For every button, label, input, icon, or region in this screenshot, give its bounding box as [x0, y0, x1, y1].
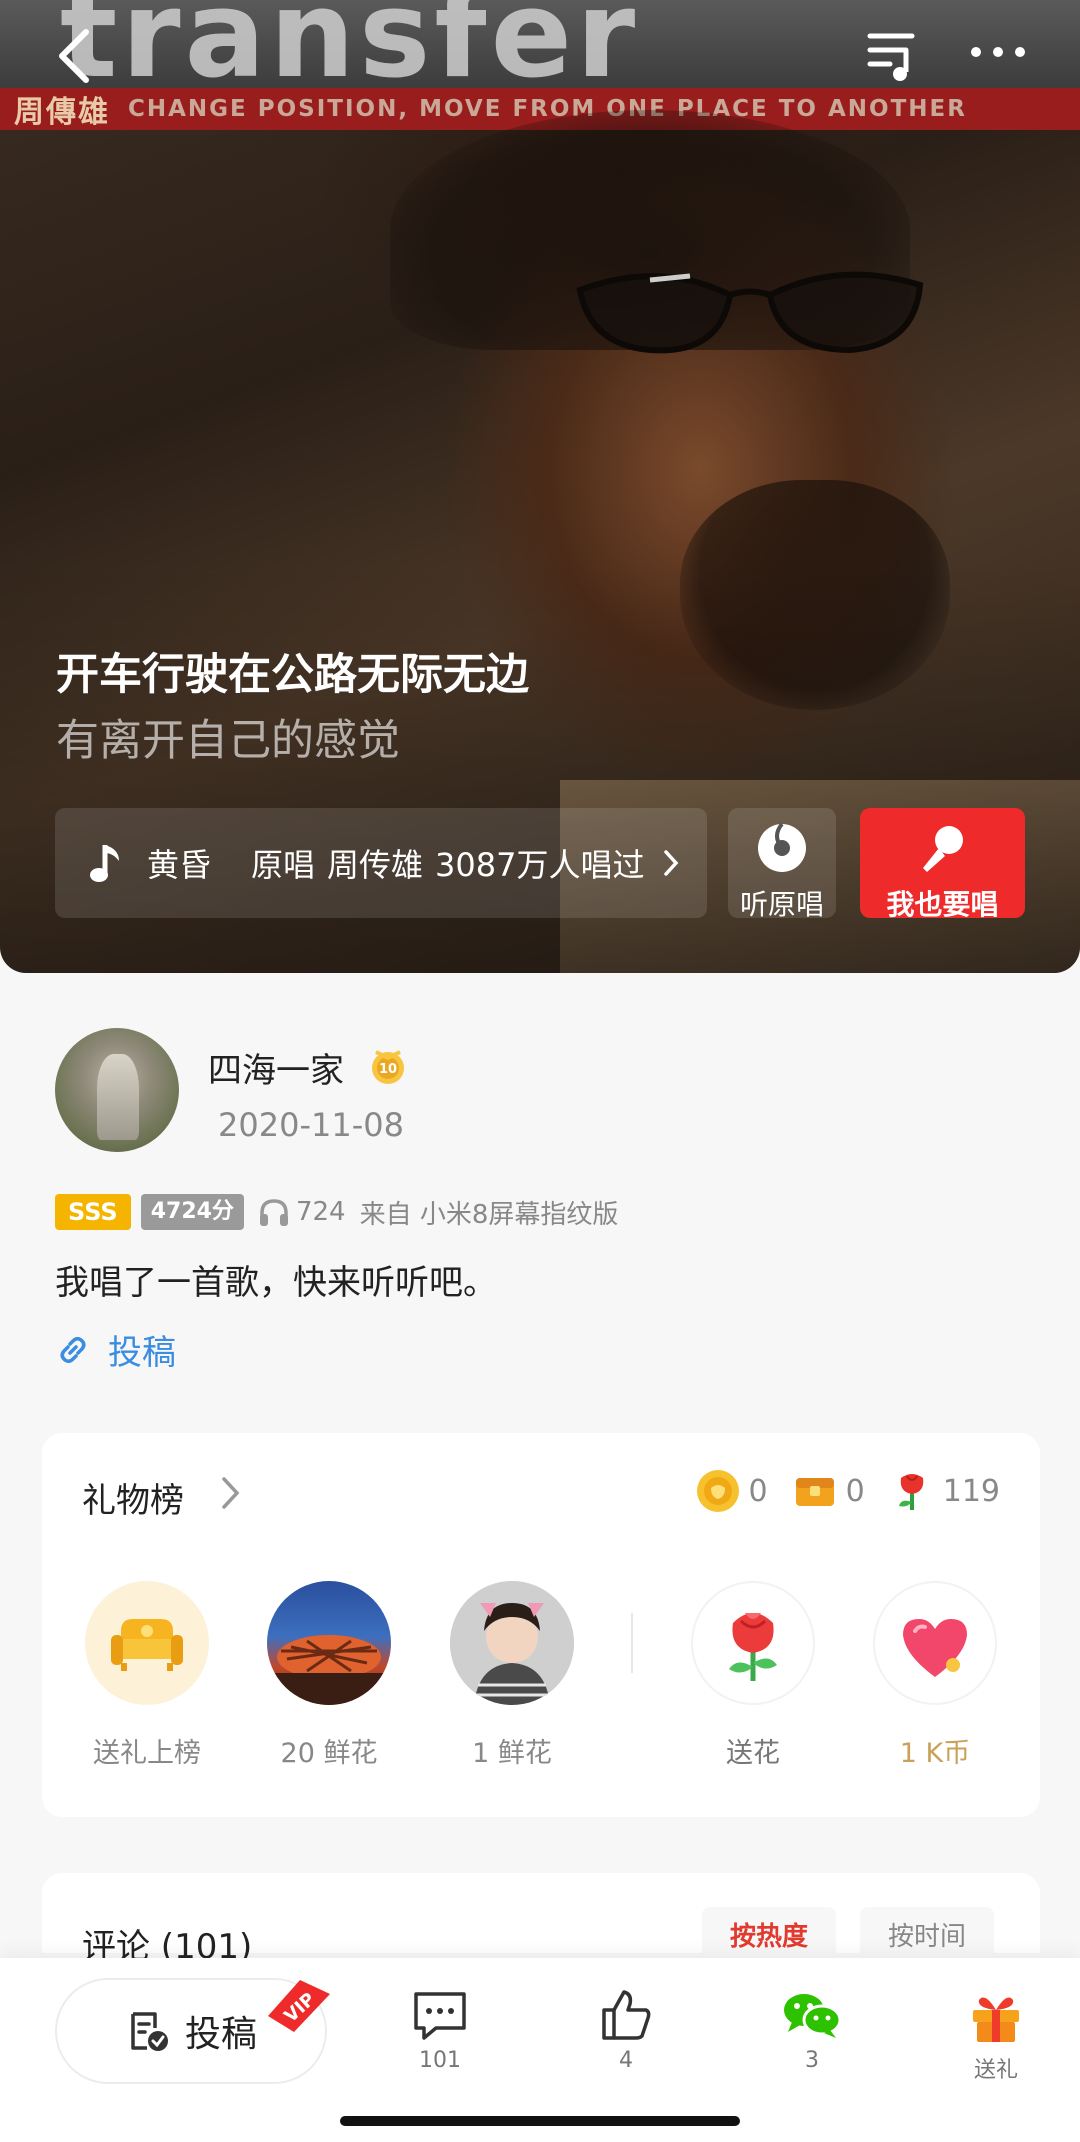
submit-doc-icon — [131, 2012, 168, 2051]
cover-subtitle: CHANGE POSITION, MOVE FROM ONE PLACE TO … — [128, 96, 967, 122]
user-avatar[interactable] — [55, 1028, 179, 1152]
playlist-icon[interactable] — [866, 28, 922, 84]
song-detail-page: transfer 周傳雄 CHANGE POSITION, MOVE FROM … — [0, 0, 1080, 2142]
original-singer-label: 原唱 — [251, 846, 316, 884]
coin-icon — [696, 1470, 739, 1512]
comment-button[interactable]: 101 — [390, 1988, 490, 2073]
gift-rank-item-2[interactable]: 20 鲜花 — [264, 1581, 394, 1770]
user-name[interactable]: 四海一家 — [208, 1043, 344, 1092]
heart-gift-icon — [873, 1581, 997, 1705]
gift-rank-label: 送礼上榜 — [93, 1738, 201, 1769]
send-flower-label: 送花 — [726, 1738, 780, 1769]
sung-count: 3087万人唱过 — [435, 846, 645, 884]
send-gift-label: 送礼 — [973, 2058, 1018, 2083]
bird-nest-avatar — [267, 1581, 391, 1705]
original-disc-icon — [758, 822, 806, 872]
score-tag: 4724分 — [140, 1194, 244, 1230]
coin-count: 0 — [748, 1473, 768, 1509]
sing-too-button[interactable]: 我也要唱 — [860, 808, 1025, 921]
home-indicator — [340, 2116, 740, 2126]
song-cover-hero: transfer 周傳雄 CHANGE POSITION, MOVE FROM … — [0, 0, 1080, 973]
cover-artist-name: 周傳雄 — [14, 95, 110, 130]
chevron-right-icon — [663, 850, 678, 876]
song-info-pill[interactable]: 黄昏 原唱 周传雄 3087万人唱过 — [55, 808, 707, 918]
gift-ranking-card: 礼物榜 0 0 119 送礼上榜 20 鲜花 1 鲜花 送花 1 K币 — [42, 1433, 1040, 1817]
wechat-share-button[interactable]: 3 — [762, 1988, 862, 2073]
gift-rank-item-send[interactable]: 送礼上榜 — [82, 1581, 212, 1770]
gift-rank-item-3[interactable]: 1 鲜花 — [447, 1581, 577, 1770]
comment-count: 101 — [419, 2048, 461, 2073]
comments-card: 评论 (101) 按热度 按时间 — [42, 1873, 1040, 1967]
play-count: 724 — [295, 1197, 346, 1227]
bottom-action-bar: 投稿 VIP 101 4 3 送礼 — [0, 1958, 1080, 2142]
submit-link-label: 投稿 — [108, 1333, 176, 1373]
lyric-current-line: 开车行驶在公路无际无边 — [56, 650, 529, 700]
flower-count: 119 — [942, 1473, 1000, 1509]
submit-button-label: 投稿 — [184, 2014, 257, 2055]
song-name: 黄昏 — [147, 846, 212, 884]
gift-divider — [631, 1613, 633, 1673]
post-description: 我唱了一首歌，快来听听吧。 — [55, 1263, 497, 1303]
chest-count: 0 — [845, 1473, 865, 1509]
lyric-next-line: 有离开自己的感觉 — [56, 716, 400, 766]
headphones-icon — [259, 1199, 288, 1226]
gift-box-icon — [973, 1997, 1019, 2042]
grade-tag: SSS — [55, 1194, 131, 1230]
more-icon[interactable] — [968, 28, 1028, 84]
k-coin-gift-button[interactable]: 1 K币 — [870, 1581, 1000, 1770]
listen-original-button[interactable]: 听原唱 — [728, 808, 836, 921]
like-count: 4 — [619, 2048, 633, 2073]
sing-too-label: 我也要唱 — [886, 888, 999, 921]
send-gift-button[interactable]: 送礼 — [946, 1988, 1046, 2084]
back-icon[interactable] — [54, 28, 94, 84]
device-source: 来自 小米8屏幕指纹版 — [359, 1199, 619, 1230]
k-coin-label: 1 K币 — [899, 1738, 971, 1769]
music-note-icon — [90, 845, 119, 882]
cover-glasses-shape — [576, 271, 924, 354]
chevron-right-icon[interactable] — [220, 1475, 242, 1511]
treasure-chest-icon — [795, 1478, 834, 1506]
gift-rank-label: 1 鲜花 — [472, 1738, 552, 1769]
user-level-badge: 10 — [372, 1050, 404, 1084]
comment-icon — [414, 1992, 466, 2040]
share-count: 3 — [805, 2048, 819, 2073]
thumbs-up-icon — [602, 1990, 651, 2040]
sofa-icon — [85, 1581, 209, 1705]
child-avatar — [450, 1581, 574, 1705]
score-meta-row: SSS 4724分 724 来自 小米8屏幕指纹版 — [55, 1193, 618, 1231]
submit-link[interactable]: 投稿 — [56, 1325, 176, 1374]
user-level-text: 10 — [379, 1062, 397, 1077]
microphone-icon — [922, 826, 963, 872]
gift-stats: 0 0 119 — [695, 1463, 1000, 1519]
avatar-statue-shape — [97, 1054, 139, 1140]
send-flower-button[interactable]: 送花 — [688, 1581, 818, 1770]
flower-gift-icon — [691, 1581, 815, 1705]
like-button[interactable]: 4 — [576, 1988, 676, 2073]
listen-original-label: 听原唱 — [739, 888, 824, 921]
original-singer-name: 周传雄 — [327, 846, 424, 884]
gift-ranking-title[interactable]: 礼物榜 — [82, 1473, 184, 1522]
flower-icon — [898, 1474, 924, 1510]
post-date: 2020-11-08 — [218, 1106, 404, 1144]
wechat-icon — [784, 1994, 842, 2038]
link-icon — [60, 1336, 86, 1363]
vip-badge: VIP — [268, 1980, 330, 2032]
gift-rank-label: 20 鲜花 — [280, 1738, 378, 1769]
